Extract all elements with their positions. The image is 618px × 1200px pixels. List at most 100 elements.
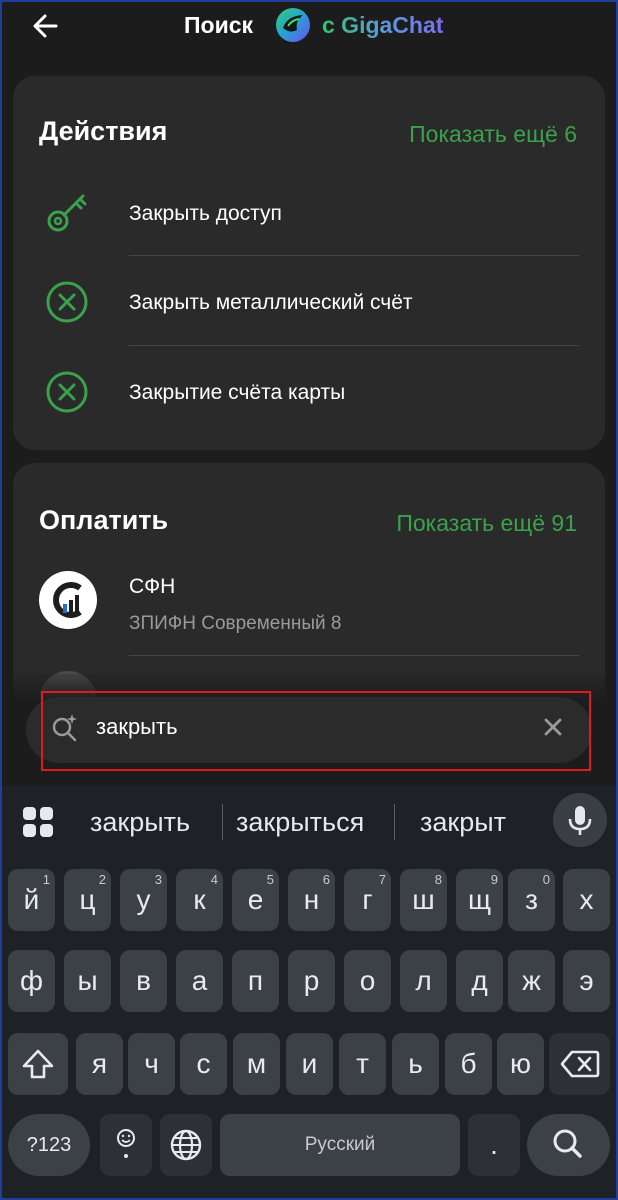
backspace-icon xyxy=(560,1050,599,1078)
key-label: и xyxy=(301,1048,318,1079)
key-ю[interactable]: ю xyxy=(497,1033,544,1095)
key-hint: 9 xyxy=(490,872,498,887)
key-label: л xyxy=(415,965,432,996)
key-г[interactable]: г7 xyxy=(344,869,391,931)
key-з[interactable]: з0 xyxy=(508,869,555,931)
key-hint: 8 xyxy=(434,872,442,887)
key-л[interactable]: л xyxy=(400,950,447,1012)
search-highlight-frame xyxy=(41,691,591,771)
key-label: х xyxy=(579,884,594,915)
key-п[interactable]: п xyxy=(232,950,279,1012)
key-hint: 5 xyxy=(266,872,274,887)
key-label: о xyxy=(359,965,376,996)
key-label: а xyxy=(191,965,208,996)
key-к[interactable]: к4 xyxy=(176,869,223,931)
microphone-button[interactable] xyxy=(553,793,607,847)
key-label: ф xyxy=(19,965,44,996)
key-д[interactable]: д xyxy=(456,950,503,1012)
key-х[interactable]: х xyxy=(563,869,610,931)
backspace-button[interactable] xyxy=(549,1033,610,1095)
key-а[interactable]: а xyxy=(176,950,223,1012)
key-ж[interactable]: ж xyxy=(508,950,555,1012)
action-item-close-metal-account[interactable]: Закрыть металлический счёт xyxy=(13,258,605,348)
emoji-button[interactable] xyxy=(100,1114,152,1176)
key-о[interactable]: о xyxy=(344,950,391,1012)
key-м[interactable]: м xyxy=(233,1033,280,1095)
key-label: ю xyxy=(510,1048,531,1079)
numbers-button[interactable]: ?123 xyxy=(8,1114,90,1176)
globe-icon xyxy=(170,1129,202,1161)
key-hint: 4 xyxy=(210,872,218,887)
key-label: н xyxy=(303,884,320,915)
key-label: з xyxy=(525,884,538,915)
key-ы[interactable]: ы xyxy=(64,950,111,1012)
microphone-icon xyxy=(568,806,592,835)
action-item-label: Закрытие счёта карты xyxy=(129,381,346,404)
key-label: г xyxy=(362,884,373,915)
key-ь[interactable]: ь xyxy=(392,1033,439,1095)
key-у[interactable]: у3 xyxy=(120,869,167,931)
key-и[interactable]: и xyxy=(286,1033,333,1095)
action-item-close-access[interactable]: Закрыть доступ xyxy=(13,168,605,258)
divider xyxy=(222,804,223,840)
pay-item-title[interactable]: СФН xyxy=(129,575,175,599)
shift-arrow-icon xyxy=(22,1049,54,1079)
suggestion-2[interactable]: закрыться xyxy=(236,804,364,840)
suggestion-1[interactable]: закрыть xyxy=(90,804,190,840)
sfn-logo-icon[interactable] xyxy=(39,571,97,629)
key-label: с xyxy=(196,1048,211,1079)
key-label: е xyxy=(247,884,264,915)
action-item-close-card-account[interactable]: Закрытие счёта карты xyxy=(13,348,605,438)
key-label: в xyxy=(136,965,151,996)
key-щ[interactable]: щ9 xyxy=(456,869,503,931)
shift-button[interactable] xyxy=(8,1033,68,1095)
key-б[interactable]: б xyxy=(445,1033,492,1095)
key-н[interactable]: н6 xyxy=(288,869,335,931)
key-я[interactable]: я xyxy=(76,1033,123,1095)
key-с[interactable]: с xyxy=(180,1033,227,1095)
key-э[interactable]: э xyxy=(563,950,610,1012)
header: Поиск с GigaChat xyxy=(0,0,618,60)
divider xyxy=(129,255,579,256)
key-label: п xyxy=(247,965,264,996)
key-hint: 3 xyxy=(154,872,162,887)
actions-show-more-link[interactable]: Показать ещё 6 xyxy=(409,121,577,148)
back-button[interactable] xyxy=(30,10,62,42)
space-bar[interactable]: Русский xyxy=(220,1114,460,1176)
key-label: ч xyxy=(144,1048,159,1079)
pay-show-more-link[interactable]: Показать ещё 91 xyxy=(396,510,577,537)
key-т[interactable]: т xyxy=(339,1033,386,1095)
actions-card: Действия Показать ещё 6 Закрыть доступ З… xyxy=(13,76,605,450)
key-е[interactable]: е5 xyxy=(232,869,279,931)
key-в[interactable]: в xyxy=(120,950,167,1012)
key-р[interactable]: р xyxy=(288,950,335,1012)
language-button[interactable] xyxy=(160,1114,212,1176)
action-item-label: Закрыть металлический счёт xyxy=(129,291,413,314)
key-label: й xyxy=(23,884,40,915)
key-й[interactable]: й1 xyxy=(8,869,55,931)
key-ц[interactable]: ц2 xyxy=(64,869,111,931)
gigachat-brand-text[interactable]: с GigaChat xyxy=(322,10,443,40)
pay-item-subtitle: ЗПИФН Современный 8 xyxy=(129,613,342,634)
key-ш[interactable]: ш8 xyxy=(400,869,447,931)
gigachat-logo-icon[interactable] xyxy=(273,6,313,44)
actions-title: Действия xyxy=(39,116,168,146)
key-ф[interactable]: ф xyxy=(8,950,55,1012)
key-hint: 7 xyxy=(378,872,386,887)
key-ч[interactable]: ч xyxy=(128,1033,175,1095)
period-key[interactable]: . xyxy=(468,1114,520,1176)
grid-icon[interactable] xyxy=(22,806,54,838)
key-label: ы xyxy=(77,965,98,996)
key-label: б xyxy=(460,1048,477,1079)
search-submit-button[interactable] xyxy=(527,1114,610,1176)
circle-x-icon xyxy=(43,278,91,326)
search-icon xyxy=(553,1129,582,1158)
emoji-icon xyxy=(117,1129,135,1158)
key-label: ш xyxy=(412,884,435,915)
key-label: т xyxy=(356,1048,369,1079)
key-icon xyxy=(43,188,91,236)
divider xyxy=(129,655,579,656)
circle-x-icon xyxy=(43,368,91,416)
suggestion-3[interactable]: закрыт xyxy=(420,804,506,840)
page-title: Поиск xyxy=(184,12,254,38)
